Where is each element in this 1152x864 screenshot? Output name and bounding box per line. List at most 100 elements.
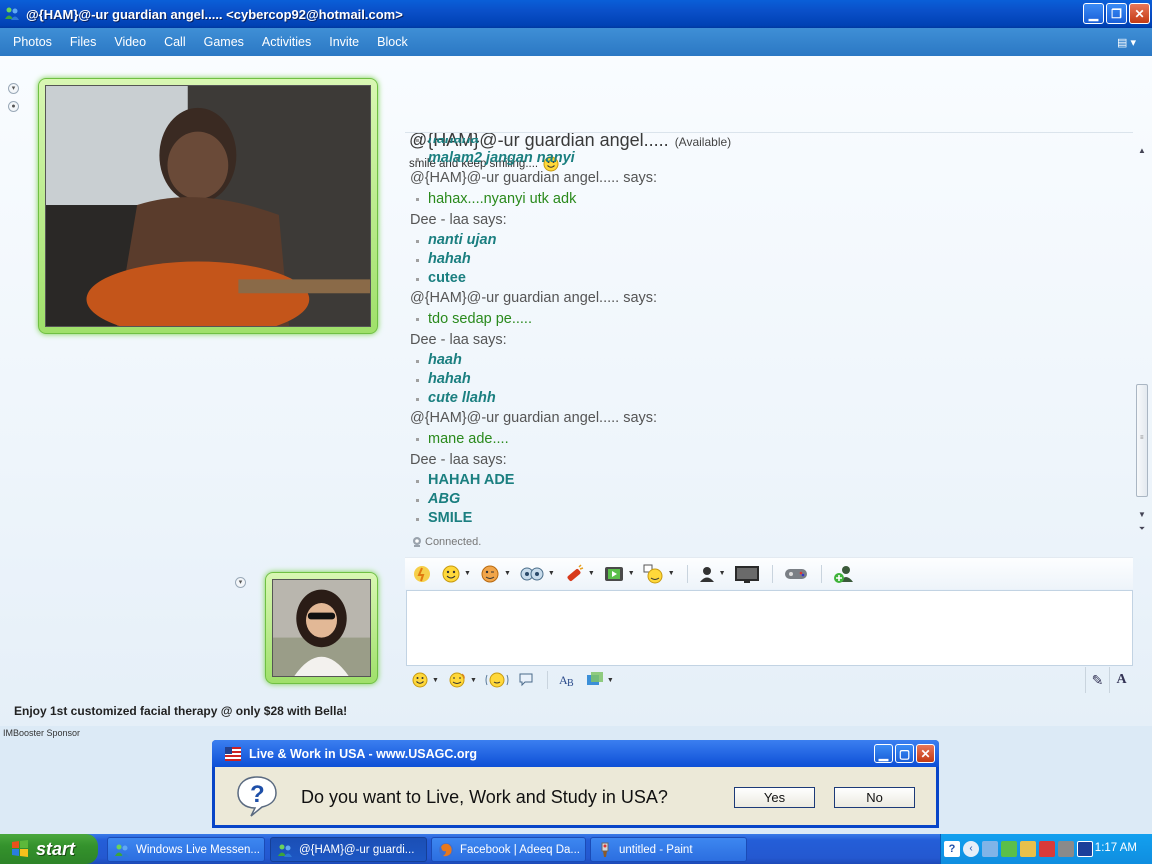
menu-activities[interactable]: Activities — [262, 35, 311, 49]
popup-minimize-button[interactable]: ▁ — [874, 744, 893, 763]
messenger-icon — [278, 844, 292, 857]
svg-text:B: B — [567, 678, 574, 689]
video-clip-button[interactable]: ▼ — [603, 564, 635, 584]
restore-icon: ❐ — [1111, 6, 1122, 21]
show-menu-icon[interactable]: ▤ ▾ — [1117, 36, 1136, 49]
messenger-tray-icon[interactable] — [1001, 841, 1017, 857]
menu-files[interactable]: Files — [70, 35, 96, 49]
font-a-button[interactable]: A — [1109, 667, 1133, 693]
handwriting-button[interactable] — [517, 671, 535, 689]
emoticon-picker-button[interactable]: ▼ — [411, 671, 439, 689]
firecracker-button[interactable]: ▼ — [563, 563, 595, 584]
chevron-left-icon[interactable]: ‹ — [963, 841, 979, 857]
collapse-pane-icon[interactable]: ▾ — [8, 83, 19, 94]
scroll-down-arrow-icon[interactable]: ▼ — [1135, 510, 1149, 522]
taskbar: start Windows Live Messen... @{HAM}@-ur … — [0, 834, 1152, 864]
task-windows-live-messenger[interactable]: Windows Live Messen... — [107, 837, 265, 862]
toolbar-separator — [546, 671, 548, 689]
popup-titlebar[interactable]: Live & Work in USA - www.USAGC.org ▁ ▢ ✕ — [212, 740, 939, 767]
advertisement-link[interactable]: Enjoy 1st customized facial therapy @ on… — [14, 704, 347, 718]
popup-maximize-button[interactable]: ▢ — [895, 744, 914, 763]
own-display-picture-frame[interactable] — [265, 572, 378, 684]
contact-webcam-frame — [38, 78, 378, 334]
close-button[interactable]: ✕ — [1129, 3, 1150, 24]
help-icon[interactable]: ? — [944, 841, 960, 857]
task-conversation[interactable]: @{HAM}@-ur guardi... — [270, 837, 427, 862]
network-icon[interactable] — [982, 841, 998, 857]
tool-icon[interactable] — [1058, 841, 1074, 857]
games-button[interactable] — [783, 564, 809, 584]
nudge-send-button[interactable] — [485, 671, 509, 689]
menu-games[interactable]: Games — [204, 35, 244, 49]
start-button[interactable]: start — [0, 834, 98, 864]
scroll-end-icon[interactable]: ⏷ — [1135, 524, 1149, 536]
menu-video[interactable]: Video — [114, 35, 146, 49]
nudge-button[interactable] — [411, 564, 433, 584]
background-icon — [586, 672, 603, 685]
task-firefox-facebook[interactable]: Facebook | Adeeq Da... — [431, 837, 586, 862]
wink-button[interactable]: ▼ — [479, 564, 511, 584]
wink-picker-button[interactable]: ▼ — [447, 671, 477, 689]
background-icon — [734, 565, 759, 583]
conversation-window: ▾ ● ▾ @{HAM}@-ur guardian angel..... (Av… — [0, 56, 1152, 726]
chevron-down-icon: ▼ — [718, 570, 726, 577]
paint-icon — [601, 842, 609, 857]
message-line: haah — [410, 351, 657, 370]
task-label: Windows Live Messen... — [136, 843, 260, 856]
voice-clip-button[interactable]: ▼ — [519, 564, 555, 584]
no-button[interactable]: No — [834, 787, 915, 808]
popup-question: Do you want to Live, Work and Study in U… — [301, 787, 668, 807]
menu-call[interactable]: Call — [164, 35, 186, 49]
chat-scrollbar[interactable]: ▲ ≡ ▼ ⏷ — [1135, 146, 1149, 533]
scrollbar-thumb[interactable]: ≡ — [1136, 384, 1148, 497]
message-line: hahax....nyanyi utk adk — [410, 189, 657, 210]
minimize-button[interactable]: ▁ — [1083, 3, 1104, 24]
message-line: nanti ujan — [410, 231, 657, 250]
webcam-settings-icon[interactable]: ● — [8, 101, 19, 112]
maximize-button[interactable]: ❐ — [1106, 3, 1127, 24]
clock: 1:17 AM — [1094, 842, 1137, 854]
animation-icon — [643, 564, 663, 583]
connection-status: Connected. — [411, 536, 481, 548]
messenger-icon — [5, 7, 19, 20]
task-label: Facebook | Adeeq Da... — [460, 843, 580, 856]
pen-button[interactable]: ✎ — [1085, 667, 1109, 693]
task-paint[interactable]: untitled - Paint — [590, 837, 747, 862]
conversation-toolbar: ▼ ▼ ▼ ▼ ▼ ▼ ▼ — [405, 557, 1133, 589]
chevron-down-icon: ▼ — [503, 570, 511, 577]
background-color-button[interactable]: ▼ — [586, 671, 614, 689]
emoticon-button[interactable]: ▼ — [441, 564, 471, 584]
menu-photos[interactable]: Photos — [13, 35, 52, 49]
monitor-icon[interactable] — [1077, 841, 1093, 857]
emoticon-icon — [442, 565, 460, 582]
collapse-display-picture-icon[interactable]: ▾ — [235, 577, 246, 588]
window-title: @{HAM}@-ur guardian angel..... <cybercop… — [26, 6, 403, 22]
toolbar-separator — [771, 564, 773, 583]
add-contact-icon — [833, 565, 853, 583]
message-line: hahah — [410, 370, 657, 389]
message-line: ABG — [410, 490, 657, 509]
header-divider — [405, 132, 1133, 133]
message-sender: Dee - laa says: — [410, 452, 507, 468]
antivirus-icon[interactable] — [1039, 841, 1055, 857]
yes-button[interactable]: Yes — [734, 787, 815, 808]
pen-icon: ✎ — [1091, 671, 1104, 688]
window-titlebar[interactable]: @{HAM}@-ur guardian angel..... <cybercop… — [0, 0, 1152, 28]
menu-invite[interactable]: Invite — [329, 35, 359, 49]
popup-close-button[interactable]: ✕ — [916, 744, 935, 763]
chat-history[interactable]: hahaha malam2 jangan nanyi @{HAM}@-ur guar… — [405, 138, 1135, 534]
message-line: cute llahh — [410, 389, 657, 408]
invite-contact-button[interactable] — [832, 564, 856, 584]
menu-block[interactable]: Block — [377, 35, 408, 49]
font-button[interactable]: AB — [558, 671, 578, 689]
animation-button[interactable]: ▼ — [643, 564, 675, 584]
security-icon[interactable] — [1020, 841, 1036, 857]
message-input[interactable] — [406, 590, 1133, 666]
popup-body: ? Do you want to Live, Work and Study in… — [215, 767, 936, 825]
webcam-status-icon — [413, 537, 421, 547]
background-button[interactable] — [734, 564, 760, 584]
display-picture-button[interactable]: ▼ — [698, 564, 726, 584]
firefox-icon — [439, 842, 453, 857]
scroll-up-arrow-icon[interactable]: ▲ — [1135, 146, 1149, 158]
windows-logo-icon — [12, 840, 28, 857]
